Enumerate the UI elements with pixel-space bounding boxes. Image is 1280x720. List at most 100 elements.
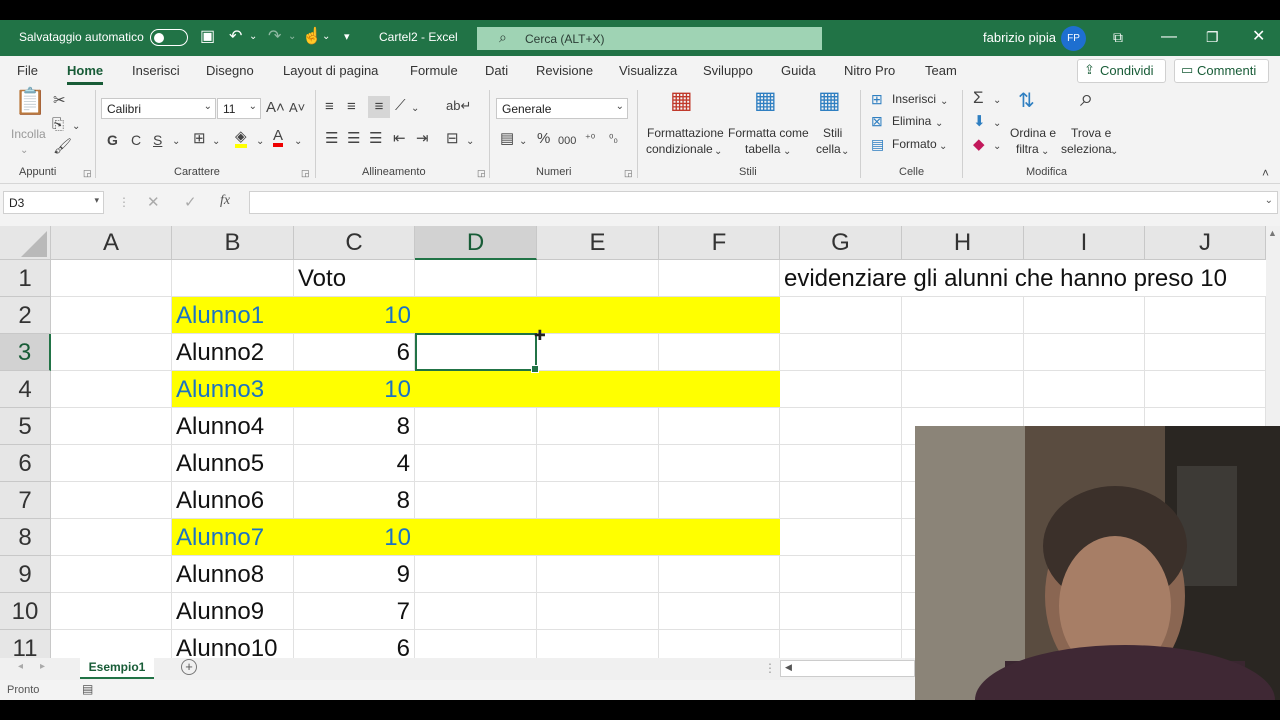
merge-center-icon[interactable]: ⊟ bbox=[446, 130, 459, 148]
cell-i4[interactable] bbox=[1024, 371, 1145, 408]
split-handle-icon[interactable]: ⋮ bbox=[764, 661, 776, 675]
next-sheet-icon[interactable]: ▸ bbox=[40, 661, 45, 672]
underline-button[interactable]: S bbox=[153, 131, 162, 149]
increase-decimal-icon[interactable]: ⁺⁰ bbox=[585, 130, 595, 148]
increase-indent-icon[interactable]: ⇥ bbox=[416, 130, 429, 148]
touch-mode-icon[interactable]: ☝ bbox=[302, 26, 322, 48]
conditional-dropdown-icon[interactable]: ⌄ bbox=[714, 143, 722, 161]
sort-filter-dropdown-icon[interactable]: ⌄ bbox=[1041, 143, 1049, 161]
cell-b7[interactable]: Alunno6 bbox=[172, 482, 294, 519]
tab-nitro-pro[interactable]: Nitro Pro bbox=[844, 63, 895, 78]
cut-icon[interactable]: ✂ bbox=[53, 92, 66, 110]
sort-filter-label-2[interactable]: filtra bbox=[1016, 142, 1039, 157]
avatar[interactable]: FP bbox=[1061, 26, 1086, 51]
cell-j4[interactable] bbox=[1145, 371, 1266, 408]
cell-g3[interactable] bbox=[780, 334, 902, 371]
clipboard-launcher-icon[interactable]: ◲ bbox=[83, 168, 92, 179]
cell-a9[interactable] bbox=[51, 556, 172, 593]
cell-styles-icon[interactable]: ▦ bbox=[818, 89, 841, 113]
cell-b3[interactable]: Alunno2 bbox=[172, 334, 294, 371]
cell-a6[interactable] bbox=[51, 445, 172, 482]
row-header-11[interactable]: 11 bbox=[0, 630, 51, 658]
cell-a2[interactable] bbox=[51, 297, 172, 334]
borders-icon[interactable]: ⊞ bbox=[193, 130, 206, 148]
cell-a8[interactable] bbox=[51, 519, 172, 556]
accounting-dropdown-icon[interactable]: ⌄ bbox=[519, 133, 527, 151]
cell-d2[interactable] bbox=[415, 297, 537, 334]
cell-e5[interactable] bbox=[537, 408, 659, 445]
cell-j2[interactable] bbox=[1145, 297, 1266, 334]
align-top-icon[interactable]: ≡ bbox=[325, 98, 334, 116]
insert-dropdown-icon[interactable]: ⌄ bbox=[940, 93, 948, 111]
cell-e11[interactable] bbox=[537, 630, 659, 658]
cell-c10[interactable]: 7 bbox=[294, 593, 415, 630]
cell-d7[interactable] bbox=[415, 482, 537, 519]
fill-icon[interactable]: ⬇ bbox=[973, 113, 986, 131]
cell-d11[interactable] bbox=[415, 630, 537, 658]
tab-review[interactable]: Revisione bbox=[536, 63, 593, 78]
cell-g8[interactable] bbox=[780, 519, 902, 556]
cell-g7[interactable] bbox=[780, 482, 902, 519]
cell-styles-label-1[interactable]: Stili bbox=[823, 126, 842, 141]
format-as-table-icon[interactable]: ▦ bbox=[754, 89, 777, 113]
format-cells-label[interactable]: Formato bbox=[892, 137, 937, 152]
cell-e2[interactable] bbox=[537, 297, 659, 334]
cell-f11[interactable] bbox=[659, 630, 780, 658]
delete-cells-icon[interactable]: ⊠ bbox=[871, 112, 883, 130]
cell-g5[interactable] bbox=[780, 408, 902, 445]
scroll-left-icon[interactable]: ◀ bbox=[785, 662, 792, 673]
cell-a5[interactable] bbox=[51, 408, 172, 445]
cell-c9[interactable]: 9 bbox=[294, 556, 415, 593]
conditional-formatting-icon[interactable]: ▦ bbox=[670, 89, 693, 113]
cell-g10[interactable] bbox=[780, 593, 902, 630]
align-bottom-icon[interactable]: ≡ bbox=[368, 96, 390, 118]
prev-sheet-icon[interactable]: ◂ bbox=[18, 661, 23, 672]
cell-g11[interactable] bbox=[780, 630, 902, 658]
tab-developer[interactable]: Sviluppo bbox=[703, 63, 753, 78]
tab-formulas[interactable]: Formule bbox=[410, 63, 458, 78]
decrease-font-icon[interactable]: A˅ bbox=[289, 99, 305, 117]
tab-help[interactable]: Guida bbox=[781, 63, 816, 78]
bold-button[interactable]: G bbox=[107, 131, 118, 149]
cell-styles-label-2[interactable]: cella bbox=[816, 142, 841, 157]
sheet-tab-esempio1[interactable]: Esempio1 bbox=[80, 658, 154, 679]
column-header-d[interactable]: D bbox=[415, 226, 537, 260]
cell-c7[interactable]: 8 bbox=[294, 482, 415, 519]
cell-d6[interactable] bbox=[415, 445, 537, 482]
column-header-i[interactable]: I bbox=[1024, 226, 1145, 260]
cell-d4[interactable] bbox=[415, 371, 537, 408]
cell-a11[interactable] bbox=[51, 630, 172, 658]
table-dropdown-icon[interactable]: ⌄ bbox=[783, 143, 791, 161]
row-header-3[interactable]: 3 bbox=[0, 334, 51, 371]
cell-c1[interactable]: Voto bbox=[294, 260, 415, 297]
cell-f1[interactable] bbox=[659, 260, 780, 297]
cell-e9[interactable] bbox=[537, 556, 659, 593]
comments-button[interactable]: ▭ Commenti bbox=[1174, 59, 1269, 83]
redo-dropdown-icon[interactable]: ⌄ bbox=[288, 26, 296, 48]
format-as-table-label-2[interactable]: tabella bbox=[745, 142, 780, 157]
tab-page-layout[interactable]: Layout di pagina bbox=[283, 63, 378, 78]
column-header-g[interactable]: G bbox=[780, 226, 902, 260]
row-header-5[interactable]: 5 bbox=[0, 408, 51, 445]
cell-c4[interactable]: 10 bbox=[294, 371, 415, 408]
cell-c2[interactable]: 10 bbox=[294, 297, 415, 334]
paste-dropdown-icon[interactable]: ⌄ bbox=[20, 142, 28, 160]
share-button[interactable]: ⇪ Condividi bbox=[1077, 59, 1166, 83]
font-size-select[interactable]: 11 ⌄ bbox=[217, 98, 261, 119]
close-icon[interactable]: ✕ bbox=[1252, 26, 1265, 48]
cell-a3[interactable] bbox=[51, 334, 172, 371]
add-sheet-icon[interactable]: + bbox=[181, 659, 197, 675]
save-icon[interactable]: ▣ bbox=[200, 26, 215, 48]
cell-c11[interactable]: 6 bbox=[294, 630, 415, 658]
collapse-ribbon-icon[interactable]: ˄ bbox=[1262, 164, 1269, 182]
minimize-icon[interactable]: — bbox=[1161, 26, 1177, 48]
number-launcher-icon[interactable]: ◲ bbox=[624, 168, 633, 179]
select-all-corner[interactable] bbox=[0, 226, 51, 260]
row-header-2[interactable]: 2 bbox=[0, 297, 51, 334]
cell-b9[interactable]: Alunno8 bbox=[172, 556, 294, 593]
cell-b11[interactable]: Alunno10 bbox=[172, 630, 294, 658]
insert-cells-label[interactable]: Inserisci bbox=[892, 92, 936, 107]
find-select-label-1[interactable]: Trova e bbox=[1071, 126, 1111, 141]
undo-icon[interactable]: ↶ bbox=[229, 26, 242, 48]
row-header-8[interactable]: 8 bbox=[0, 519, 51, 556]
